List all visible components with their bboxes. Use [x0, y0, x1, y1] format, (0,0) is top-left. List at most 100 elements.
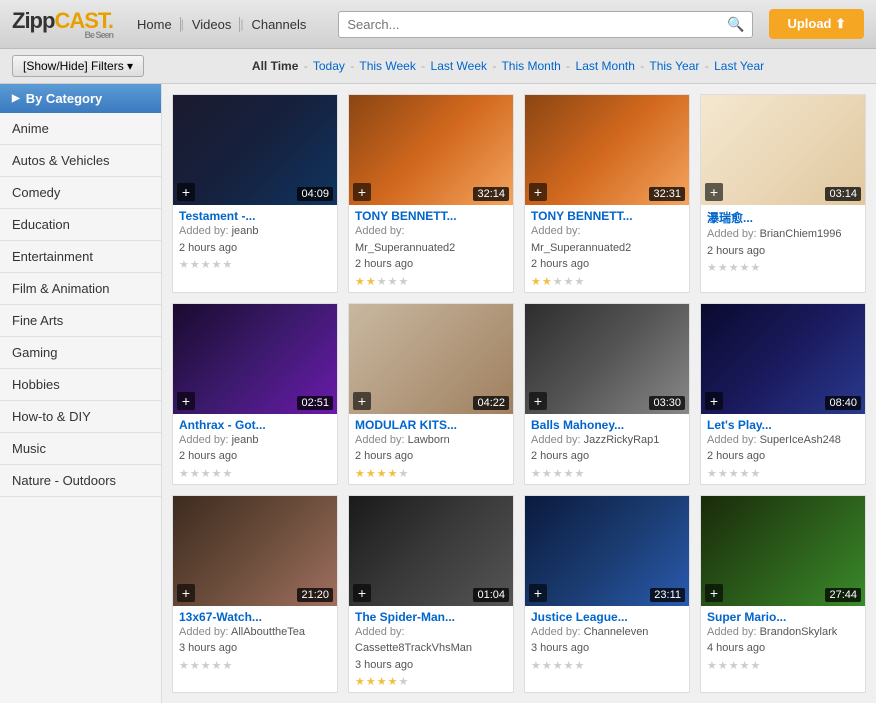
video-author[interactable]: Channeleven [584, 626, 649, 638]
video-author[interactable]: SuperIceAsh248 [760, 434, 841, 446]
video-thumbnail[interactable]: + 21:20 [173, 496, 337, 606]
video-card: + 27:44 Super Mario... Added by: Brandon… [700, 495, 866, 694]
video-stars: ★★★★★ [531, 467, 683, 480]
sidebar-item-comedy[interactable]: Comedy [0, 177, 161, 209]
video-duration: 27:44 [825, 588, 861, 602]
video-title[interactable]: 13x67-Watch... [179, 610, 331, 624]
sidebar-item-howto[interactable]: How-to & DIY [0, 401, 161, 433]
video-grid: + 04:09 Testament -... Added by: jeanb 2… [172, 94, 866, 693]
upload-button[interactable]: Upload ⬆ [769, 9, 864, 39]
video-thumbnail[interactable]: + 01:04 [349, 496, 513, 606]
filter-button[interactable]: [Show/Hide] Filters ▾ [12, 55, 144, 77]
video-author[interactable]: BrianChiem1996 [760, 228, 842, 240]
video-title[interactable]: Testament -... [179, 209, 331, 223]
nav-channels[interactable]: Channels [243, 17, 314, 32]
video-thumbnail[interactable]: + 08:40 [701, 304, 865, 414]
time-filter-lastyear[interactable]: Last Year [714, 59, 764, 73]
video-add-button[interactable]: + [529, 392, 547, 410]
video-add-button[interactable]: + [353, 392, 371, 410]
video-add-button[interactable]: + [177, 392, 195, 410]
video-title[interactable]: Anthrax - Got... [179, 418, 331, 432]
sidebar-item-hobbies[interactable]: Hobbies [0, 369, 161, 401]
sidebar-item-entertainment[interactable]: Entertainment [0, 241, 161, 273]
video-add-button[interactable]: + [529, 584, 547, 602]
video-time: 2 hours ago [355, 450, 413, 462]
video-meta: Added by: JazzRickyRap1 2 hours ago [531, 432, 683, 465]
video-thumbnail[interactable]: + 32:14 [349, 95, 513, 205]
video-thumbnail[interactable]: + 04:22 [349, 304, 513, 414]
search-icon: 🔍 [727, 16, 744, 33]
time-filter-today[interactable]: Today [313, 59, 345, 73]
video-title[interactable]: Balls Mahoney... [531, 418, 683, 432]
video-duration: 21:20 [297, 588, 333, 602]
video-duration: 32:14 [473, 187, 509, 201]
sidebar-item-nature[interactable]: Nature - Outdoors [0, 465, 161, 497]
sidebar-header[interactable]: ▶ By Category [0, 84, 161, 113]
video-add-button[interactable]: + [705, 183, 723, 201]
video-title[interactable]: Super Mario... [707, 610, 859, 624]
time-filter-thismonth[interactable]: This Month [501, 59, 560, 73]
video-thumbnail[interactable]: + 03:30 [525, 304, 689, 414]
video-stars: ★★★★★ [531, 275, 683, 288]
video-thumbnail[interactable]: + 03:14 [701, 95, 865, 205]
video-author[interactable]: Cassette8TrackVhsMan [355, 642, 472, 654]
video-stars: ★★★★★ [355, 467, 507, 480]
video-title[interactable]: TONY BENNETT... [531, 209, 683, 223]
video-thumbnail[interactable]: + 27:44 [701, 496, 865, 606]
time-filter-thisyear[interactable]: This Year [649, 59, 699, 73]
video-add-button[interactable]: + [705, 584, 723, 602]
video-time: 2 hours ago [707, 450, 765, 462]
video-add-button[interactable]: + [177, 584, 195, 602]
video-stars: ★★★★★ [179, 258, 331, 271]
video-title[interactable]: 瀑瑞愈... [707, 209, 859, 226]
video-author[interactable]: JazzRickyRap1 [584, 434, 660, 446]
video-info: TONY BENNETT... Added by: Mr_Superannuat… [525, 205, 689, 292]
sidebar-item-music[interactable]: Music [0, 433, 161, 465]
video-card: + 32:31 TONY BENNETT... Added by: Mr_Sup… [524, 94, 690, 293]
video-time: 2 hours ago [531, 450, 589, 462]
time-filter-lastweek[interactable]: Last Week [431, 59, 487, 73]
time-filter-thisweek[interactable]: This Week [359, 59, 415, 73]
video-author[interactable]: Mr_Superannuated2 [531, 242, 631, 254]
nav-videos[interactable]: Videos [184, 17, 241, 32]
nav-home[interactable]: Home [129, 17, 181, 32]
search-input[interactable] [347, 17, 727, 32]
video-stars: ★★★★★ [355, 675, 507, 688]
video-author[interactable]: AllAbouttheTea [231, 626, 305, 638]
video-title[interactable]: Let's Play... [707, 418, 859, 432]
sidebar-item-autos[interactable]: Autos & Vehicles [0, 145, 161, 177]
video-title[interactable]: The Spider-Man... [355, 610, 507, 624]
video-thumbnail[interactable]: + 23:11 [525, 496, 689, 606]
video-add-button[interactable]: + [177, 183, 195, 201]
sidebar-item-gaming[interactable]: Gaming [0, 337, 161, 369]
video-thumbnail[interactable]: + 04:09 [173, 95, 337, 205]
video-title[interactable]: Justice League... [531, 610, 683, 624]
video-title[interactable]: TONY BENNETT... [355, 209, 507, 223]
video-author[interactable]: Mr_Superannuated2 [355, 242, 455, 254]
video-time: 2 hours ago [179, 242, 237, 254]
video-add-button[interactable]: + [353, 183, 371, 201]
time-filters: All Time - Today - This Week - Last Week… [152, 59, 864, 73]
video-stars: ★★★★★ [179, 467, 331, 480]
time-filter-alltime[interactable]: All Time [252, 59, 298, 73]
video-title[interactable]: MODULAR KITS... [355, 418, 507, 432]
sidebar-item-anime[interactable]: Anime [0, 113, 161, 145]
video-author[interactable]: jeanb [232, 225, 259, 237]
video-card: + 02:51 Anthrax - Got... Added by: jeanb… [172, 303, 338, 485]
video-thumbnail[interactable]: + 32:31 [525, 95, 689, 205]
sidebar-arrow-icon: ▶ [12, 93, 20, 104]
video-author[interactable]: jeanb [232, 434, 259, 446]
video-info: The Spider-Man... Added by: Cassette8Tra… [349, 606, 513, 693]
time-filter-lastmonth[interactable]: Last Month [576, 59, 635, 73]
sidebar-item-film[interactable]: Film & Animation [0, 273, 161, 305]
video-duration: 08:40 [825, 396, 861, 410]
video-add-button[interactable]: + [353, 584, 371, 602]
video-add-button[interactable]: + [529, 183, 547, 201]
video-meta: Added by: SuperIceAsh248 2 hours ago [707, 432, 859, 465]
video-author[interactable]: BrandonSkylark [760, 626, 838, 638]
video-add-button[interactable]: + [705, 392, 723, 410]
sidebar-item-finearts[interactable]: Fine Arts [0, 305, 161, 337]
sidebar-item-education[interactable]: Education [0, 209, 161, 241]
video-thumbnail[interactable]: + 02:51 [173, 304, 337, 414]
video-author[interactable]: Lawborn [408, 434, 450, 446]
